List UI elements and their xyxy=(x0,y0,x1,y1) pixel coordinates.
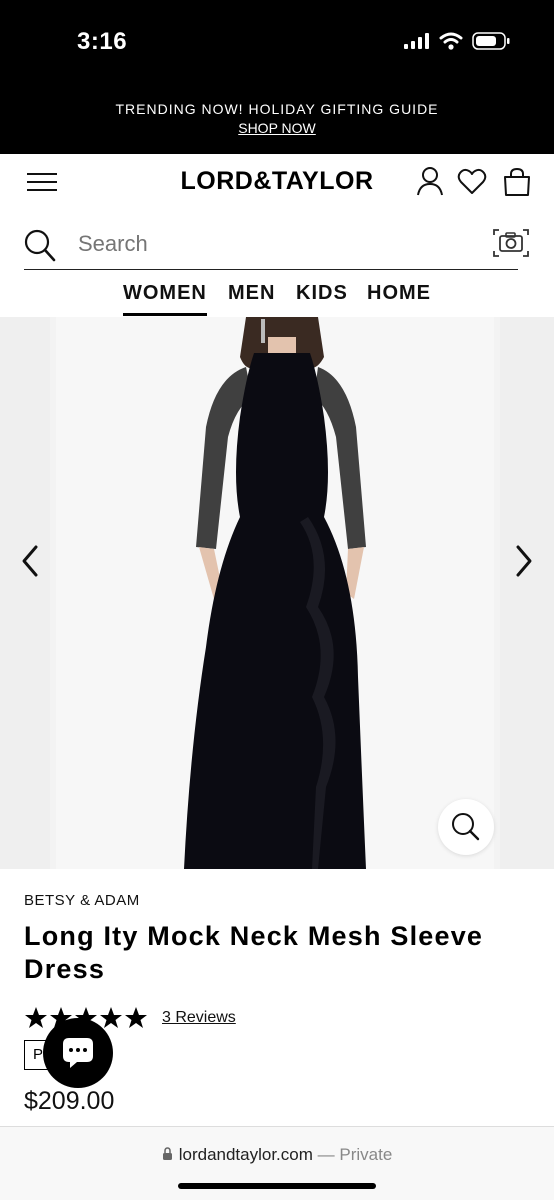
previous-slide-peek xyxy=(0,317,50,869)
next-slide-peek xyxy=(500,317,554,869)
browser-address-bar[interactable]: lordandtaylor.com — Private xyxy=(0,1126,554,1200)
category-nav: WOMEN MEN KIDS HOME xyxy=(0,280,554,316)
product-title: Long Ity Mock Neck Mesh Sleeve Dress xyxy=(24,921,484,984)
home-indicator[interactable] xyxy=(178,1183,376,1189)
search-icon[interactable] xyxy=(24,228,56,262)
account-icon[interactable] xyxy=(415,166,445,198)
lock-icon xyxy=(162,1147,172,1160)
tab-kids[interactable]: KIDS xyxy=(296,282,348,305)
bag-icon[interactable] xyxy=(502,166,532,198)
top-bar: 3:16 TRENDING NOW! HOLIDAY GIFTING GUIDE… xyxy=(0,0,554,154)
heart-icon[interactable] xyxy=(457,166,487,198)
url-line: lordandtaylor.com — Private xyxy=(0,1145,554,1165)
search-input[interactable] xyxy=(78,228,468,260)
url-private-label: — Private xyxy=(317,1145,393,1164)
product-price: $209.00 xyxy=(24,1087,115,1115)
product-brand[interactable]: BETSY & ADAM xyxy=(24,892,140,909)
chevron-left-icon[interactable] xyxy=(18,543,42,579)
search-bar xyxy=(24,224,529,270)
zoom-icon xyxy=(452,813,480,841)
battery-icon xyxy=(472,32,510,50)
promo-text: TRENDING NOW! HOLIDAY GIFTING GUIDE xyxy=(115,101,439,117)
tab-women[interactable]: WOMEN xyxy=(123,282,207,316)
tab-home[interactable]: HOME xyxy=(367,282,431,305)
camera-icon[interactable] xyxy=(492,226,530,260)
status-icons xyxy=(404,30,510,52)
reviews-link[interactable]: 3 Reviews xyxy=(162,1009,236,1027)
chat-button[interactable] xyxy=(43,1018,113,1088)
chat-icon xyxy=(63,1038,93,1068)
promo-shop-now-link[interactable]: SHOP NOW xyxy=(0,120,554,136)
status-time: 3:16 xyxy=(77,28,128,55)
tab-men[interactable]: MEN xyxy=(228,282,275,305)
chevron-right-icon[interactable] xyxy=(512,543,536,579)
url-domain: lordandtaylor.com xyxy=(178,1145,313,1164)
zoom-button[interactable] xyxy=(438,799,494,855)
wifi-icon xyxy=(439,32,463,50)
dress-illustration xyxy=(184,317,366,869)
signal-icon xyxy=(404,33,429,49)
product-image[interactable] xyxy=(56,317,494,869)
product-image-carousel[interactable] xyxy=(0,317,554,869)
site-header: LORD&TAYLOR xyxy=(0,154,554,212)
